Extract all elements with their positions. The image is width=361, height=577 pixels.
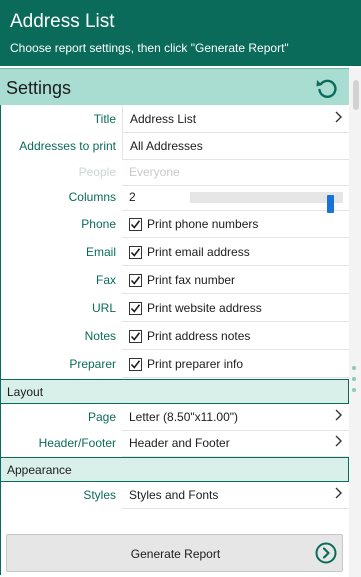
- page-value: Letter (8.50"x11.00"): [129, 410, 239, 424]
- fax-field[interactable]: Print fax number: [122, 267, 349, 294]
- styles-label: Styles: [83, 488, 116, 502]
- people-label: People: [78, 165, 116, 179]
- page-row[interactable]: Page Letter (8.50"x11.00"): [0, 404, 349, 432]
- email-field[interactable]: Print email address: [122, 239, 349, 266]
- layout-heading: Layout: [7, 385, 44, 399]
- addresses-select[interactable]: All Addresses: [122, 133, 349, 160]
- phone-checkbox[interactable]: [129, 218, 142, 231]
- header-footer-row[interactable]: Header/Footer Header and Footer: [0, 430, 349, 458]
- page-field[interactable]: Letter (8.50"x11.00"): [122, 404, 349, 431]
- app-header: Address List Choose report settings, the…: [0, 0, 361, 66]
- preparer-label: Preparer: [69, 357, 116, 371]
- vertical-scrollbar[interactable]: [349, 68, 361, 577]
- page-title: Address List: [10, 11, 115, 32]
- appearance-section-header: Appearance: [0, 457, 349, 482]
- preparer-row[interactable]: Preparer Print preparer info: [0, 351, 349, 379]
- columns-field[interactable]: 2: [122, 184, 349, 213]
- settings-heading: Settings: [6, 78, 72, 98]
- page-subtitle: Choose report settings, then click "Gene…: [10, 41, 289, 55]
- url-row[interactable]: URL Print website address: [0, 295, 349, 323]
- phone-checkbox-label: Print phone numbers: [147, 217, 259, 231]
- notes-row[interactable]: Notes Print address notes: [0, 323, 349, 351]
- url-field[interactable]: Print website address: [122, 295, 349, 322]
- chevron-right-icon: [334, 435, 342, 450]
- checkmark-icon: [130, 332, 141, 341]
- url-checkbox[interactable]: [129, 302, 142, 315]
- resize-grip-icon[interactable]: [352, 366, 356, 399]
- title-label: Title: [93, 112, 116, 126]
- appearance-heading: Appearance: [7, 463, 72, 477]
- url-label: URL: [91, 301, 116, 315]
- fax-row[interactable]: Fax Print fax number: [0, 267, 349, 295]
- header-footer-label: Header/Footer: [38, 436, 116, 450]
- layout-section-header: Layout: [0, 379, 349, 404]
- settings-panel: Settings Title Address List Addresses to…: [0, 66, 361, 577]
- notes-checkbox[interactable]: [129, 330, 142, 343]
- phone-row[interactable]: Phone Print phone numbers: [0, 211, 349, 239]
- generate-report-label: Generate Report: [130, 547, 221, 561]
- preparer-checkbox[interactable]: [129, 358, 142, 371]
- phone-field[interactable]: Print phone numbers: [122, 211, 349, 238]
- page-label: Page: [87, 410, 116, 424]
- people-field: Everyone: [122, 159, 349, 186]
- styles-value: Styles and Fonts: [129, 488, 219, 502]
- columns-value: 2: [129, 190, 136, 204]
- notes-field[interactable]: Print address notes: [122, 323, 349, 350]
- email-checkbox-label: Print email address: [147, 245, 250, 259]
- chevron-right-icon: [334, 111, 342, 126]
- notes-label: Notes: [84, 329, 116, 343]
- preparer-checkbox-label: Print preparer info: [147, 357, 244, 371]
- fax-checkbox[interactable]: [129, 274, 142, 287]
- columns-slider[interactable]: [190, 192, 343, 213]
- addresses-value: All Addresses: [130, 139, 203, 153]
- people-row: People Everyone: [0, 159, 349, 187]
- fax-checkbox-label: Print fax number: [147, 273, 236, 287]
- checkmark-icon: [130, 248, 141, 257]
- checkmark-icon: [130, 276, 141, 285]
- chevron-right-icon: [334, 409, 342, 424]
- url-checkbox-label: Print website address: [147, 301, 262, 315]
- notes-checkbox-label: Print address notes: [147, 329, 251, 343]
- settings-header: Settings: [0, 68, 349, 105]
- reset-icon[interactable]: [314, 75, 340, 101]
- scrollbar-thumb[interactable]: [353, 80, 359, 110]
- checkmark-icon: [130, 220, 141, 229]
- header-footer-value: Header and Footer: [129, 436, 230, 450]
- fax-label: Fax: [95, 273, 116, 287]
- generate-report-button[interactable]: Generate Report: [6, 534, 343, 572]
- title-field[interactable]: Address List: [122, 106, 349, 133]
- people-value: Everyone: [129, 165, 180, 179]
- addresses-row[interactable]: Addresses to print All Addresses: [0, 133, 349, 161]
- email-label: Email: [85, 245, 116, 259]
- email-row[interactable]: Email Print email address: [0, 239, 349, 267]
- columns-row[interactable]: Columns 2: [0, 184, 349, 213]
- phone-label: Phone: [81, 217, 116, 231]
- title-value: Address List: [130, 112, 197, 126]
- header-footer-field[interactable]: Header and Footer: [122, 430, 349, 457]
- columns-label: Columns: [68, 190, 116, 204]
- chevron-right-icon: [334, 487, 342, 502]
- preparer-field[interactable]: Print preparer info: [122, 351, 349, 378]
- checkmark-icon: [130, 304, 141, 313]
- checkmark-icon: [130, 360, 141, 369]
- styles-row[interactable]: Styles Styles and Fonts: [0, 482, 349, 510]
- title-row[interactable]: Title Address List: [0, 106, 349, 134]
- addresses-label: Addresses to print: [19, 139, 116, 153]
- styles-field[interactable]: Styles and Fonts: [122, 482, 349, 509]
- email-checkbox[interactable]: [129, 246, 142, 259]
- arrow-circle-right-icon: [315, 542, 337, 564]
